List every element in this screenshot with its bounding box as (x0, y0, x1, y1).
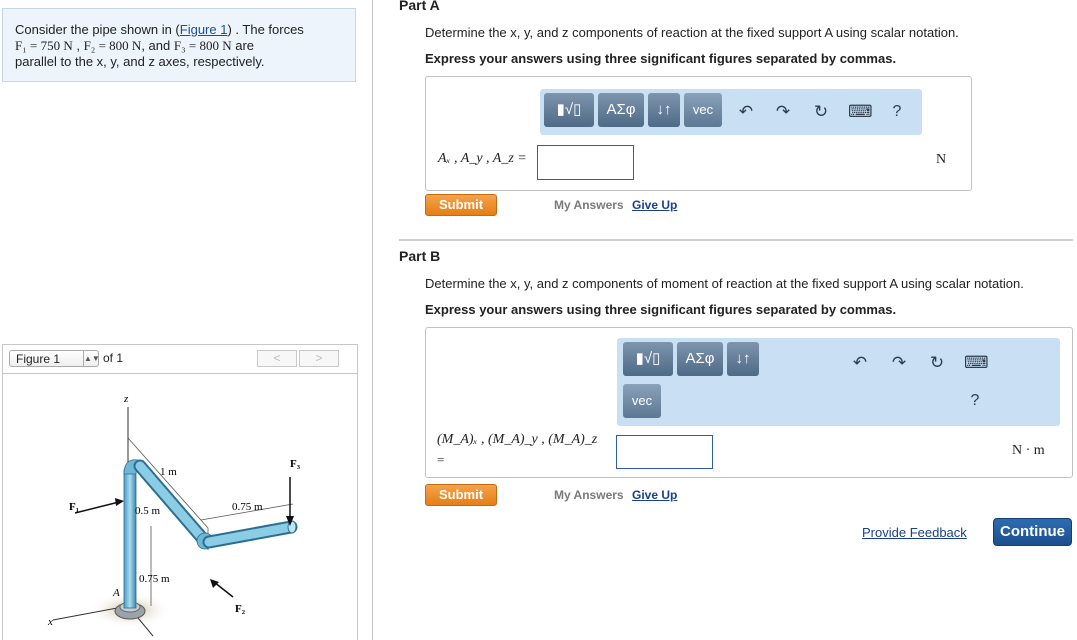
part-b-title: Part B (399, 248, 441, 264)
figure-selector[interactable]: Figure 1 ▲▼ (9, 350, 100, 367)
part-b-express: Express your answers using three signifi… (425, 302, 897, 317)
redo-icon[interactable]: ↷ (888, 352, 910, 374)
label-f1: F₁ (69, 501, 79, 513)
part-b-math-toolbar: ▮√▯ ΑΣφ ↓↑ vec ↶ ↷ ↻ ⌨ ? (617, 338, 1060, 426)
part-a-answer-label: Aₓ , A_y , A_z = (438, 151, 527, 166)
label-05m: 0.5 m (135, 505, 161, 517)
problem-statement: Consider the pipe shown in (Figure 1) . … (2, 8, 356, 82)
vec-button[interactable]: vec (623, 384, 661, 418)
select-arrows-icon: ▲▼ (83, 351, 100, 366)
reset-icon[interactable]: ↻ (926, 352, 948, 374)
part-a-answer-box: ▮√▯ ΑΣφ ↓↑ vec ↶ ↷ ↻ ⌨ ? Aₓ , A_y , A_z … (425, 76, 972, 191)
figure-next-button[interactable]: > (299, 350, 339, 367)
undo-icon[interactable]: ↶ (849, 352, 871, 374)
greek-button[interactable]: ΑΣφ (598, 93, 644, 127)
keyboard-icon[interactable]: ⌨ (964, 352, 989, 374)
part-b-give-up-link[interactable]: Give Up (632, 488, 677, 502)
part-separator (399, 239, 1073, 241)
part-a-express: Express your answers using three signifi… (425, 51, 897, 66)
part-a-title: Part A (399, 0, 440, 13)
part-b-unit: N · m (1012, 443, 1045, 458)
label-x: x (47, 616, 53, 628)
continue-button[interactable]: Continue (993, 518, 1072, 546)
figure-count: of 1 (103, 351, 124, 365)
part-a-math-toolbar: ▮√▯ ΑΣφ ↓↑ vec ↶ ↷ ↻ ⌨ ? (540, 89, 922, 135)
part-b-answer-box: ▮√▯ ΑΣφ ↓↑ vec ↶ ↷ ↻ ⌨ ? (M_A)ₓ , (M_A)_… (425, 327, 1073, 478)
part-a-give-up-link[interactable]: Give Up (632, 198, 677, 212)
part-a-submit-button[interactable]: Submit (425, 194, 497, 216)
part-b-my-answers-link[interactable]: My Answers (554, 488, 624, 502)
part-b-answer-label: (M_A)ₓ , (M_A)_y , (M_A)_z (437, 432, 598, 447)
pipe-figure: z x y A F₁ F₃ F₂ 1 m 0.5 m 0.75 m 0.75 m (47, 393, 301, 640)
figure-panel: Figure 1 ▲▼ of 1 < > z x A F₁ F₃ F₂ 1 m … (2, 344, 358, 640)
reset-icon[interactable]: ↻ (810, 101, 832, 123)
part-b-equals: = (437, 452, 445, 467)
part-a-my-answers-link[interactable]: My Answers (554, 198, 624, 212)
vec-button[interactable]: vec (684, 93, 722, 127)
undo-icon[interactable]: ↶ (735, 101, 757, 123)
part-b-instruction: Determine the x, y, and z components of … (425, 276, 1024, 291)
help-icon[interactable]: ? (886, 101, 908, 123)
part-b-submit-button[interactable]: Submit (425, 484, 497, 506)
provide-feedback-link[interactable]: Provide Feedback (862, 525, 967, 540)
templates-button[interactable]: ▮√▯ (623, 342, 673, 376)
part-a-instruction: Determine the x, y, and z components of … (425, 25, 959, 40)
problem-line-1: Consider the pipe shown in (Figure 1) . … (15, 22, 304, 37)
part-b-answer-input[interactable] (616, 435, 713, 469)
label-f3: F₃ (290, 458, 301, 470)
part-a-unit: N (936, 152, 947, 167)
label-1m: 1 m (160, 466, 177, 478)
sort-button[interactable]: ↓↑ (727, 342, 759, 376)
problem-line-3: parallel to the x, y, and z axes, respec… (15, 54, 265, 69)
templates-button[interactable]: ▮√▯ (544, 93, 594, 127)
label-075m-b: 0.75 m (139, 573, 170, 585)
redo-icon[interactable]: ↷ (772, 101, 794, 123)
figure-toolbar: Figure 1 ▲▼ of 1 < > (3, 345, 357, 374)
label-f2: F₂ (235, 603, 246, 615)
sort-button[interactable]: ↓↑ (648, 93, 680, 127)
label-075m-a: 0.75 m (232, 501, 263, 513)
label-a: A (112, 587, 120, 599)
greek-button[interactable]: ΑΣφ (677, 342, 723, 376)
part-a-answer-input[interactable] (537, 145, 634, 180)
column-divider (372, 0, 373, 640)
figure-link[interactable]: Figure 1 (180, 22, 228, 37)
help-icon[interactable]: ? (964, 390, 986, 412)
label-z: z (123, 393, 129, 405)
problem-line-2: F₁ = 750 N , F₂ = 800 N, and F₃ = 800 N … (15, 38, 255, 53)
figure-prev-button[interactable]: < (257, 350, 297, 367)
keyboard-icon[interactable]: ⌨ (848, 101, 873, 123)
